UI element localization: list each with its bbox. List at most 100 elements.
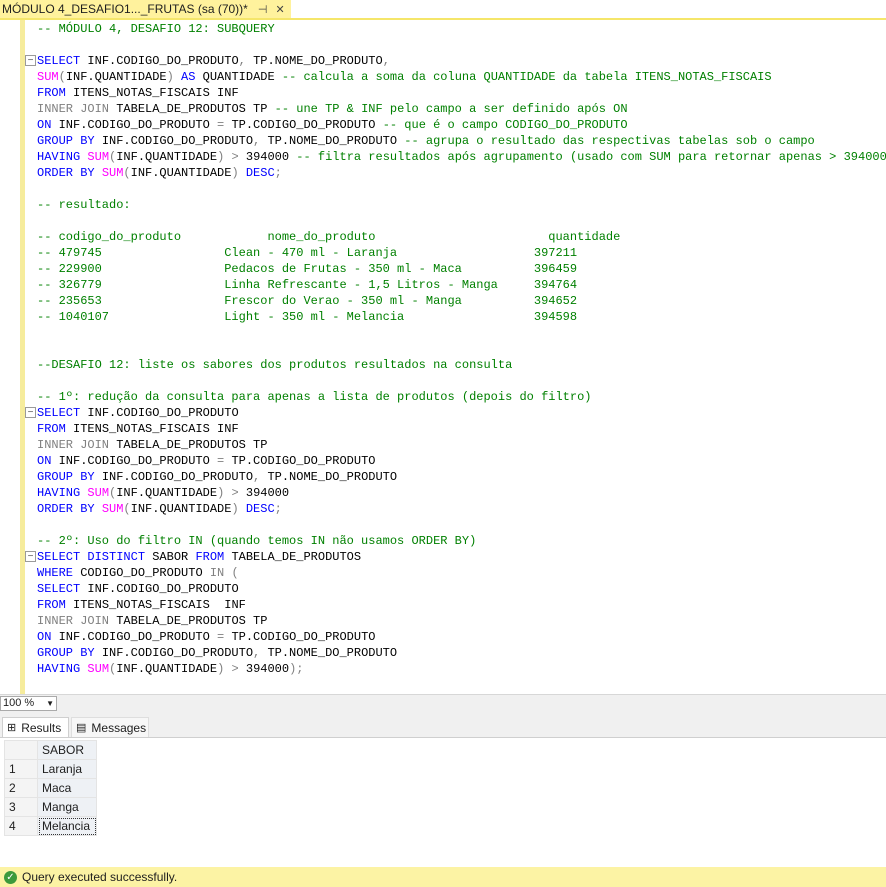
code-token: INF.CODIGO_DO_PRODUTO [58, 118, 218, 132]
code-token: INF.QUANTIDADE [130, 502, 232, 516]
code-line: SELECT DISTINCT SABOR FROM TABELA_DE_PRO… [37, 549, 361, 565]
code-token: TP.NOME_DO_PRODUTO [253, 54, 383, 68]
row-number[interactable]: 2 [4, 778, 38, 798]
code-token: = [217, 630, 232, 644]
code-token: , [238, 54, 254, 68]
code-token: ) > [217, 662, 246, 676]
cell-sabor[interactable]: Manga [37, 797, 97, 817]
code-line: ON INF.CODIGO_DO_PRODUTO = TP.CODIGO_DO_… [37, 629, 375, 645]
code-line: GROUP BY INF.CODIGO_DO_PRODUTO, TP.NOME_… [37, 133, 815, 149]
code-token: 394000 [245, 150, 297, 164]
code-token: -- 229900 Pedacos de Frutas - 350 ml - M… [37, 262, 578, 276]
code-line: -- 479745 Clean - 470 ml - Laranja 39721… [37, 245, 577, 261]
code-token: ; [274, 166, 282, 180]
code-token: SELECT [37, 406, 88, 420]
code-line: -- 326779 Linha Refrescante - 1,5 Litros… [37, 277, 577, 293]
code-token: ITENS_NOTAS_FISCAIS INF [73, 86, 239, 100]
code-token: INF.QUANTIDADE [116, 150, 218, 164]
success-check-icon: ✓ [4, 870, 17, 884]
code-token: TP.NOME_DO_PRODUTO [267, 646, 398, 660]
code-token: ON [37, 454, 59, 468]
results-grid: SABOR 1 Laranja 2 Maca 3 Manga 4 Melanci… [4, 740, 97, 836]
collapse-icon[interactable]: − [25, 55, 36, 66]
horizontal-scrollbar[interactable] [62, 698, 884, 710]
code-line: HAVING SUM(INF.QUANTIDADE) > 394000 [37, 485, 289, 501]
code-token: 394000 [245, 662, 290, 676]
code-line: ORDER BY SUM(INF.QUANTIDADE) DESC; [37, 501, 282, 517]
code-line: -- 1º: redução da consulta para apenas a… [37, 389, 592, 405]
code-token: -- que é o campo CODIGO_DO_PRODUTO [382, 118, 628, 132]
column-header-sabor[interactable]: SABOR [37, 740, 97, 760]
code-token: AS [181, 70, 203, 84]
row-number[interactable]: 1 [4, 759, 38, 779]
code-token: -- 2º: Uso do filtro IN (quando temos IN… [37, 534, 477, 548]
pin-icon[interactable]: ⊣ [258, 3, 268, 16]
code-token: ON [37, 118, 59, 132]
status-bar: ✓ Query executed successfully. [0, 867, 886, 887]
code-token: INNER JOIN [37, 614, 117, 628]
collapse-icon[interactable]: − [25, 551, 36, 562]
results-tab-bar: ⊞ Results ▤ Messages [0, 713, 886, 737]
code-line: ON INF.CODIGO_DO_PRODUTO = TP.CODIGO_DO_… [37, 453, 375, 469]
code-token: -- resultado: [37, 198, 131, 212]
code-token: ) > [217, 150, 246, 164]
code-token: INF.CODIGO_DO_PRODUTO [58, 454, 218, 468]
code-line: -- codigo_do_produto nome_do_produto qua… [37, 229, 620, 245]
zoom-select[interactable]: 100 % ▼ [0, 696, 57, 711]
cell-sabor[interactable]: Melancia [37, 816, 97, 836]
code-line: FROM ITENS_NOTAS_FISCAIS INF [37, 421, 239, 437]
row-number[interactable]: 3 [4, 797, 38, 817]
code-token: ) > [217, 486, 246, 500]
code-token: SELECT [37, 54, 88, 68]
code-token: FROM [37, 598, 74, 612]
code-token: -- calcula a soma da coluna QUANTIDADE d… [281, 70, 772, 84]
code-line: SUM(INF.QUANTIDADE) AS QUANTIDADE -- cal… [37, 69, 772, 85]
code-token: SELECT DISTINCT [37, 550, 153, 564]
code-token: INNER JOIN [37, 438, 117, 452]
code-token: -- une TP & INF pelo campo a ser definid… [274, 102, 628, 116]
tab-messages[interactable]: ▤ Messages [71, 717, 149, 737]
code-token: INF.QUANTIDADE [130, 166, 232, 180]
cell-sabor[interactable]: Laranja [37, 759, 97, 779]
code-token: TP.NOME_DO_PRODUTO [267, 470, 398, 484]
messages-icon: ▤ [76, 722, 87, 734]
code-token: FROM [37, 86, 74, 100]
code-token: -- MÓDULO 4, DESAFIO 12: SUBQUERY [37, 22, 275, 36]
code-token: -- 1040107 Light - 350 ml - Melancia 394… [37, 310, 578, 324]
row-number[interactable]: 4 [4, 816, 38, 836]
collapse-icon[interactable]: − [25, 407, 36, 418]
code-token: INF.CODIGO_DO_PRODUTO [87, 406, 239, 420]
table-row: 3 Manga [4, 797, 97, 817]
code-token: INNER JOIN [37, 102, 117, 116]
code-line: SELECT INF.CODIGO_DO_PRODUTO [37, 581, 239, 597]
cell-sabor[interactable]: Maca [37, 778, 97, 798]
code-line: SELECT INF.CODIGO_DO_PRODUTO [37, 405, 239, 421]
change-tracking-margin [20, 20, 25, 694]
code-line: ORDER BY SUM(INF.QUANTIDADE) DESC; [37, 165, 282, 181]
code-line: INNER JOIN TABELA_DE_PRODUTOS TP [37, 613, 267, 629]
code-token: -- filtra resultados após agrupamento (u… [296, 150, 886, 164]
query-tab[interactable]: MÓDULO 4_DESAFIO1..._FRUTAS (sa (70))* ⊣… [0, 0, 291, 18]
code-token: INF.CODIGO_DO_PRODUTO [87, 54, 239, 68]
code-token: CODIGO_DO_PRODUTO [80, 566, 210, 580]
query-tab-title: MÓDULO 4_DESAFIO1..._FRUTAS (sa (70))* [2, 2, 248, 16]
sql-editor[interactable]: -- MÓDULO 4, DESAFIO 12: SUBQUERY SELECT … [0, 20, 886, 694]
code-line: ON INF.CODIGO_DO_PRODUTO = TP.CODIGO_DO_… [37, 117, 628, 133]
code-token: TP.CODIGO_DO_PRODUTO [231, 118, 383, 132]
code-line: GROUP BY INF.CODIGO_DO_PRODUTO, TP.NOME_… [37, 645, 397, 661]
tab-results[interactable]: ⊞ Results [2, 717, 69, 737]
row-number-header [4, 740, 38, 760]
code-token: -- 326779 Linha Refrescante - 1,5 Litros… [37, 278, 578, 292]
code-token: ITENS_NOTAS_FISCAIS INF [73, 598, 246, 612]
code-token: , [253, 470, 268, 484]
code-line: HAVING SUM(INF.QUANTIDADE) > 394000); [37, 661, 304, 677]
code-token: INF.CODIGO_DO_PRODUTO [101, 470, 254, 484]
code-token: SUM [101, 166, 124, 180]
code-token: = [217, 454, 232, 468]
code-token: SABOR [152, 550, 196, 564]
code-token: ORDER BY [37, 166, 102, 180]
table-row: 1 Laranja [4, 759, 97, 779]
code-line: GROUP BY INF.CODIGO_DO_PRODUTO, TP.NOME_… [37, 469, 397, 485]
code-token: SUM [87, 662, 110, 676]
close-icon[interactable]: ✕ [275, 3, 284, 16]
